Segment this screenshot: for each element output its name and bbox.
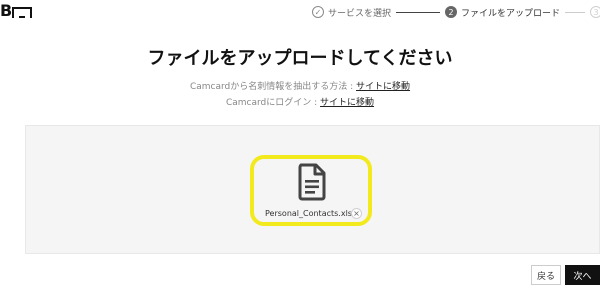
camcard-extract-info: Camcardから名刺情報を抽出する方法 : サイトに移動 <box>0 79 600 92</box>
logo-letter: B <box>0 1 12 20</box>
step-upload-file: 2 ファイルをアップロード <box>445 6 560 19</box>
page-title: ファイルをアップロードしてください <box>147 48 453 69</box>
step-connector <box>396 11 441 13</box>
uploaded-file-card: Personal_Contacts.xlsx × <box>250 155 372 226</box>
info-text: Camcardにログイン : <box>225 98 321 108</box>
step-label: サービスを選択 <box>328 8 392 19</box>
step-label: ファイルをアップロード <box>461 8 561 19</box>
extract-guide-link[interactable]: サイトに移動 <box>356 82 410 92</box>
info-text: Camcardから名刺情報を抽出する方法 : <box>189 82 357 92</box>
check-icon: ✓ <box>312 6 324 18</box>
step-select-service: ✓ サービスを選択 <box>312 6 391 19</box>
logo-mark-icon <box>12 6 33 18</box>
camcard-login-info: Camcardにログイン : サイトに移動 <box>0 95 600 108</box>
app-logo[interactable]: B <box>0 1 33 20</box>
login-link[interactable]: サイトに移動 <box>320 98 374 108</box>
step-info: 3 情 <box>590 6 600 19</box>
progress-stepper: ✓ サービスを選択 2 ファイルをアップロード 3 情 <box>312 4 600 20</box>
step-number: 3 <box>590 6 600 18</box>
next-button[interactable]: 次へ <box>565 265 600 285</box>
back-button[interactable]: 戻る <box>531 265 561 285</box>
document-icon <box>298 163 326 201</box>
step-connector <box>565 11 586 13</box>
remove-file-button[interactable]: × <box>351 208 362 219</box>
file-name: Personal_Contacts.xlsx <box>265 209 357 218</box>
step-number: 2 <box>445 6 458 18</box>
